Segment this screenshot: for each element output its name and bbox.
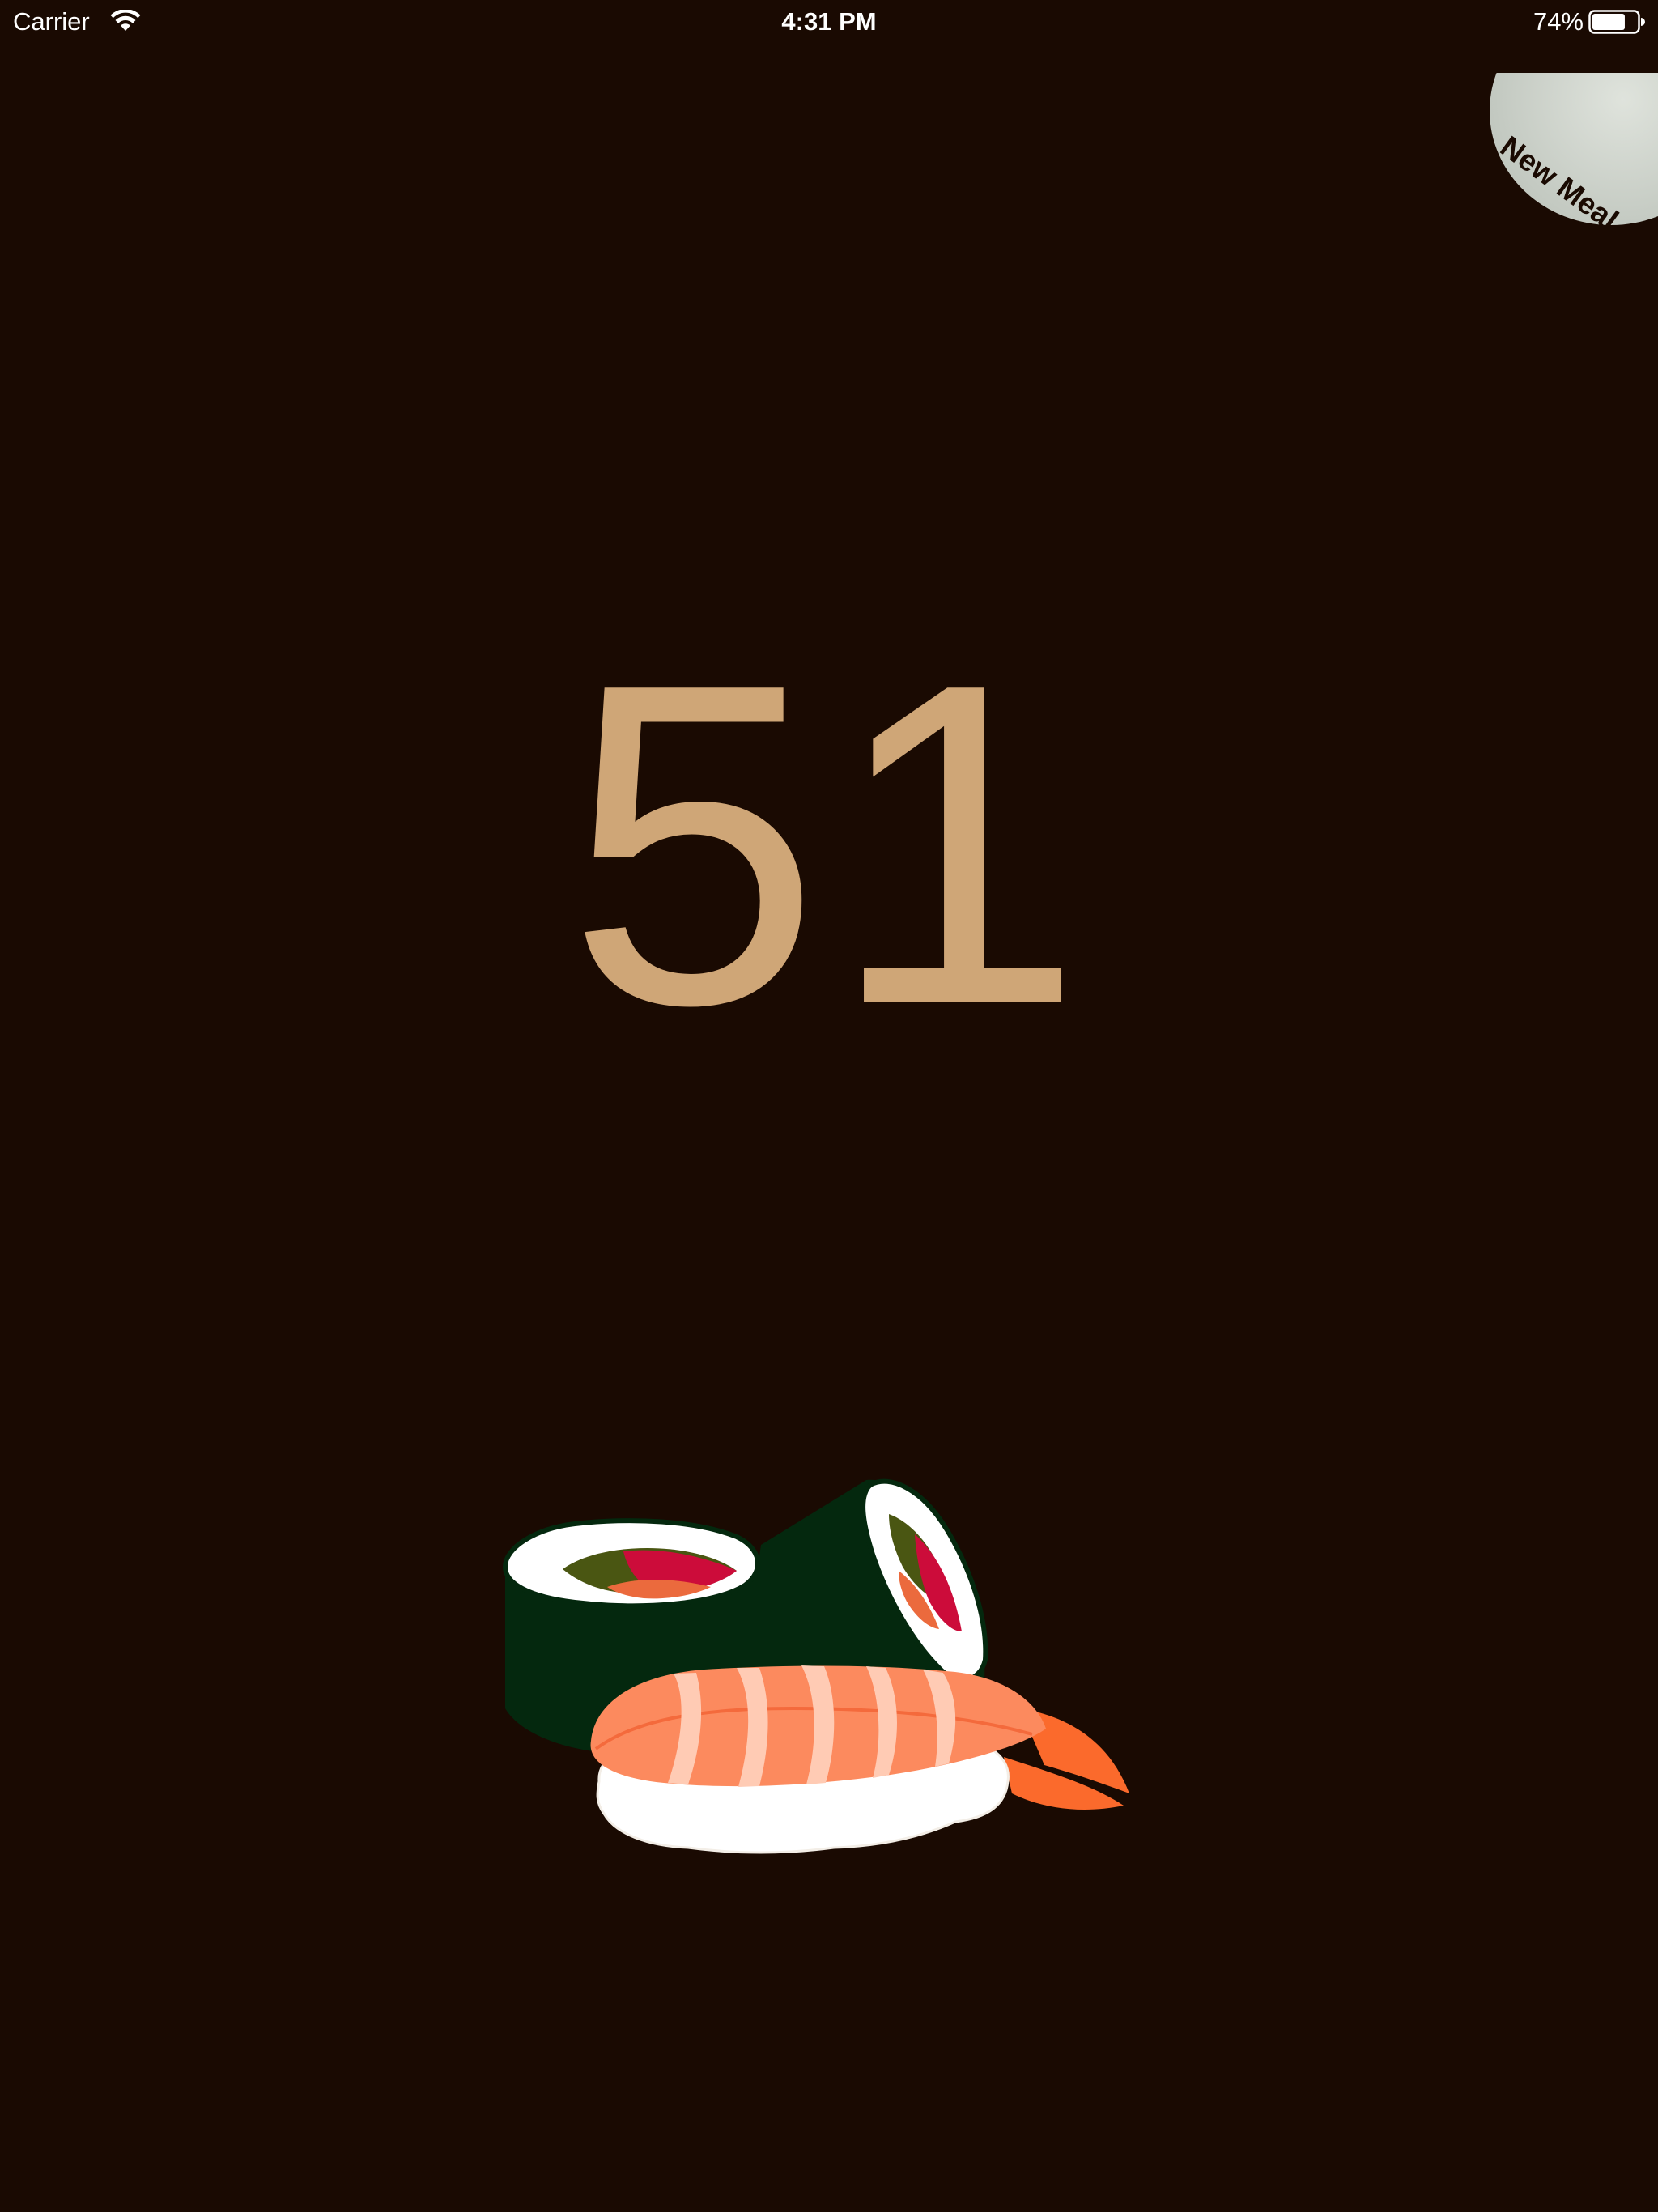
app-screen: Carrier 4:31 PM 74% New Meal 51 xyxy=(0,0,1658,2212)
new-meal-button[interactable]: New Meal xyxy=(1490,73,1658,225)
status-bar: Carrier 4:31 PM 74% xyxy=(0,0,1658,44)
battery-percent: 74% xyxy=(1533,7,1584,36)
status-time: 4:31 PM xyxy=(781,7,877,36)
battery-icon xyxy=(1588,10,1645,34)
sushi-illustration xyxy=(502,1478,1129,1854)
meal-counter: 51 xyxy=(566,589,1092,1100)
